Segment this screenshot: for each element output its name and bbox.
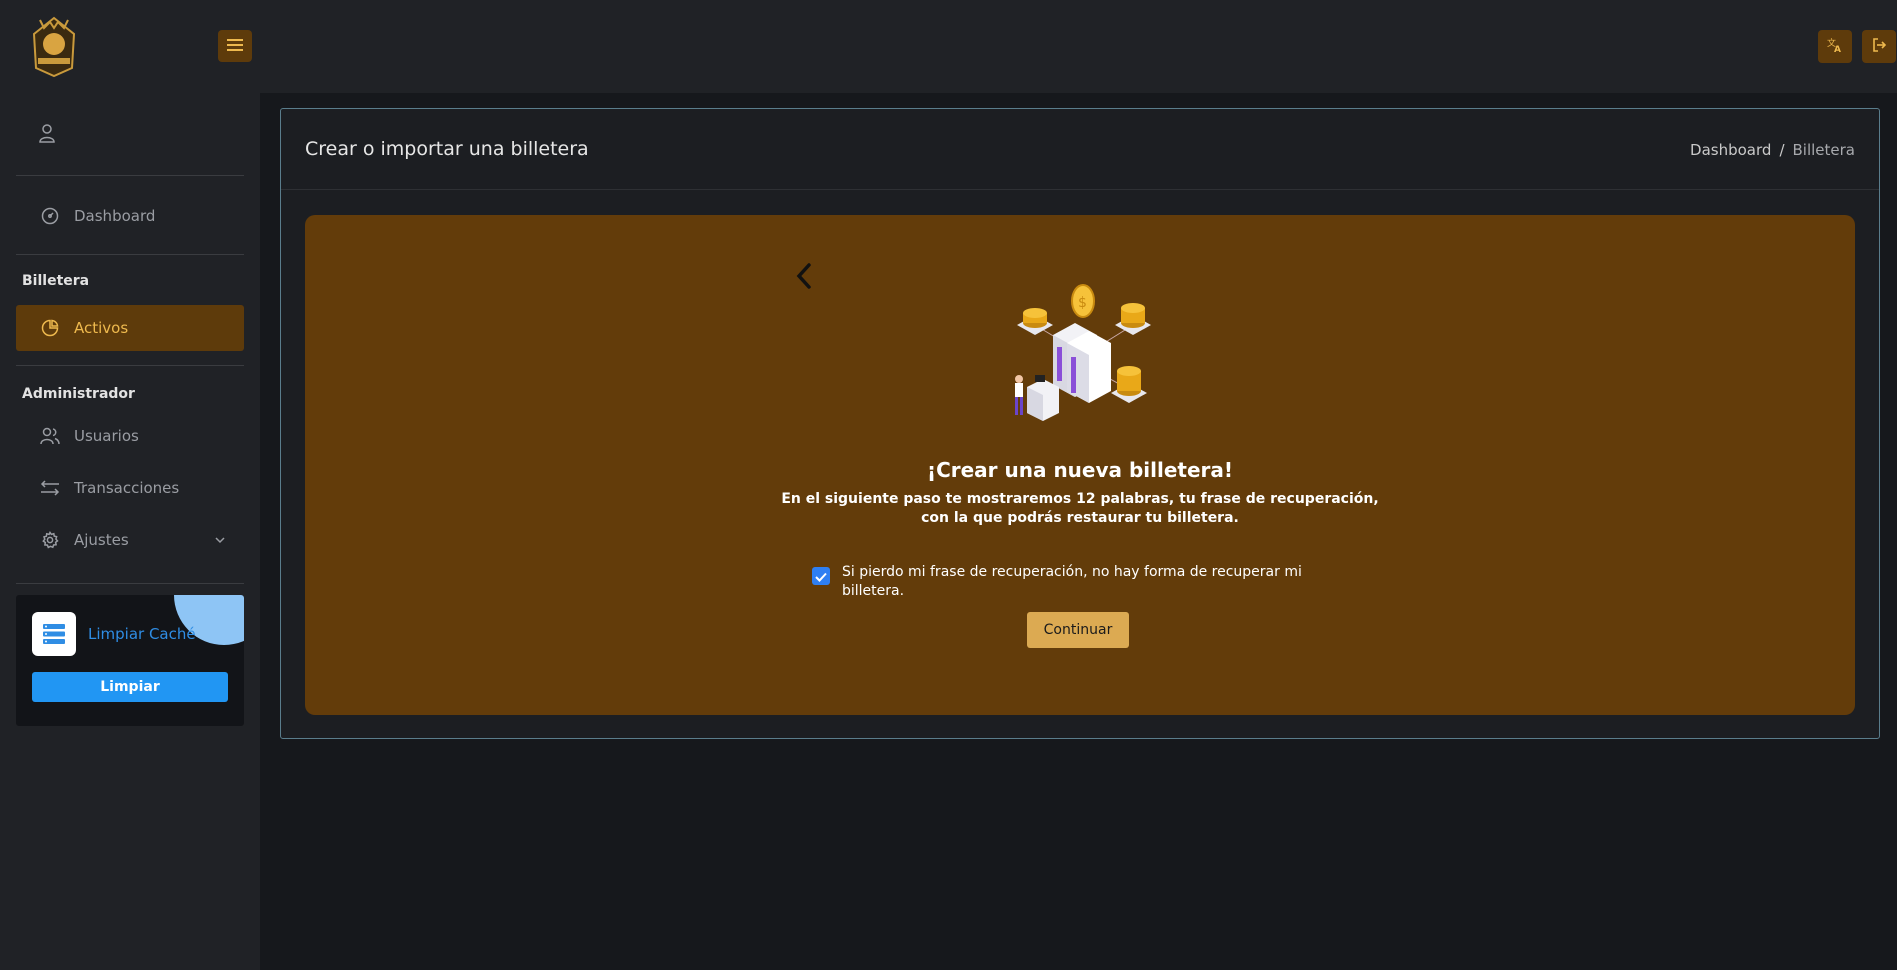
language-button[interactable]: 文 A — [1818, 30, 1852, 63]
divider — [16, 583, 244, 584]
divider — [16, 365, 244, 366]
breadcrumb-current: Billetera — [1792, 141, 1856, 159]
wallet-description: En el siguiente paso te mostraremos 12 p… — [781, 491, 1379, 526]
checkmark-icon — [815, 567, 827, 586]
breadcrumb-link-dashboard[interactable]: Dashboard — [1690, 141, 1771, 159]
svg-text:$: $ — [1078, 295, 1087, 311]
divider — [16, 175, 244, 176]
sidebar-item-transactions[interactable]: Transacciones — [16, 465, 244, 511]
user-profile-button[interactable] — [38, 123, 62, 147]
transfer-arrows-icon — [40, 478, 60, 498]
user-icon — [38, 124, 56, 147]
sidebar-item-settings[interactable]: Ajustes — [16, 517, 244, 563]
wallet-illustration: $ — [1005, 275, 1165, 435]
sidebar-item-label: Ajustes — [74, 531, 129, 549]
card-header: Crear o importar una billetera Dashboard… — [281, 109, 1879, 190]
sidebar-item-label: Activos — [74, 319, 129, 337]
sidebar-item-users[interactable]: Usuarios — [16, 413, 244, 459]
menu-toggle-button[interactable] — [218, 30, 252, 62]
svg-text:A: A — [1834, 45, 1841, 53]
create-wallet-panel: $ ¡Crear una nueva billetera! En el sigu… — [305, 215, 1855, 715]
breadcrumb: Dashboard / Billetera — [1690, 141, 1855, 159]
main-card: Crear o importar una billetera Dashboard… — [280, 108, 1880, 739]
confirmation-row: Si pierdo mi frase de recuperación, no h… — [812, 563, 1332, 601]
page-title: Crear o importar una billetera — [305, 138, 589, 160]
logout-icon — [1871, 37, 1887, 57]
section-title-admin: Administrador — [22, 386, 135, 402]
wallet-title: ¡Crear una nueva billetera! — [926, 458, 1234, 482]
users-icon — [40, 426, 60, 446]
dashboard-icon — [40, 206, 60, 226]
sidebar-item-dashboard[interactable]: Dashboard — [16, 193, 244, 239]
back-arrow-icon[interactable] — [793, 261, 817, 291]
sidebar-item-assets[interactable]: Activos — [16, 305, 244, 351]
continue-button[interactable]: Continuar — [1027, 612, 1129, 648]
clear-cache-card: Limpiar Caché Limpiar — [16, 595, 244, 726]
clear-cache-button[interactable]: Limpiar — [32, 672, 228, 702]
logout-button[interactable] — [1862, 30, 1896, 63]
gear-icon — [40, 530, 60, 550]
clear-cache-title: Limpiar Caché — [88, 625, 196, 643]
sidebar: Dashboard Billetera Activos Administrado… — [0, 93, 260, 970]
sidebar-item-label: Transacciones — [74, 479, 180, 497]
sidebar-item-label: Usuarios — [74, 427, 139, 445]
top-bar: 文 A — [0, 0, 1897, 93]
divider — [16, 254, 244, 255]
confirmation-checkbox[interactable] — [812, 567, 830, 585]
chevron-down-icon — [214, 532, 226, 550]
confirmation-label[interactable]: Si pierdo mi frase de recuperación, no h… — [842, 563, 1332, 601]
pie-chart-icon — [40, 318, 60, 338]
translate-icon: 文 A — [1827, 37, 1843, 57]
server-list-icon — [32, 612, 76, 656]
brand-logo[interactable] — [26, 14, 82, 78]
section-title-wallet: Billetera — [22, 273, 90, 289]
sidebar-item-label: Dashboard — [74, 207, 156, 225]
breadcrumb-separator: / — [1779, 141, 1785, 159]
hamburger-icon — [227, 37, 243, 56]
